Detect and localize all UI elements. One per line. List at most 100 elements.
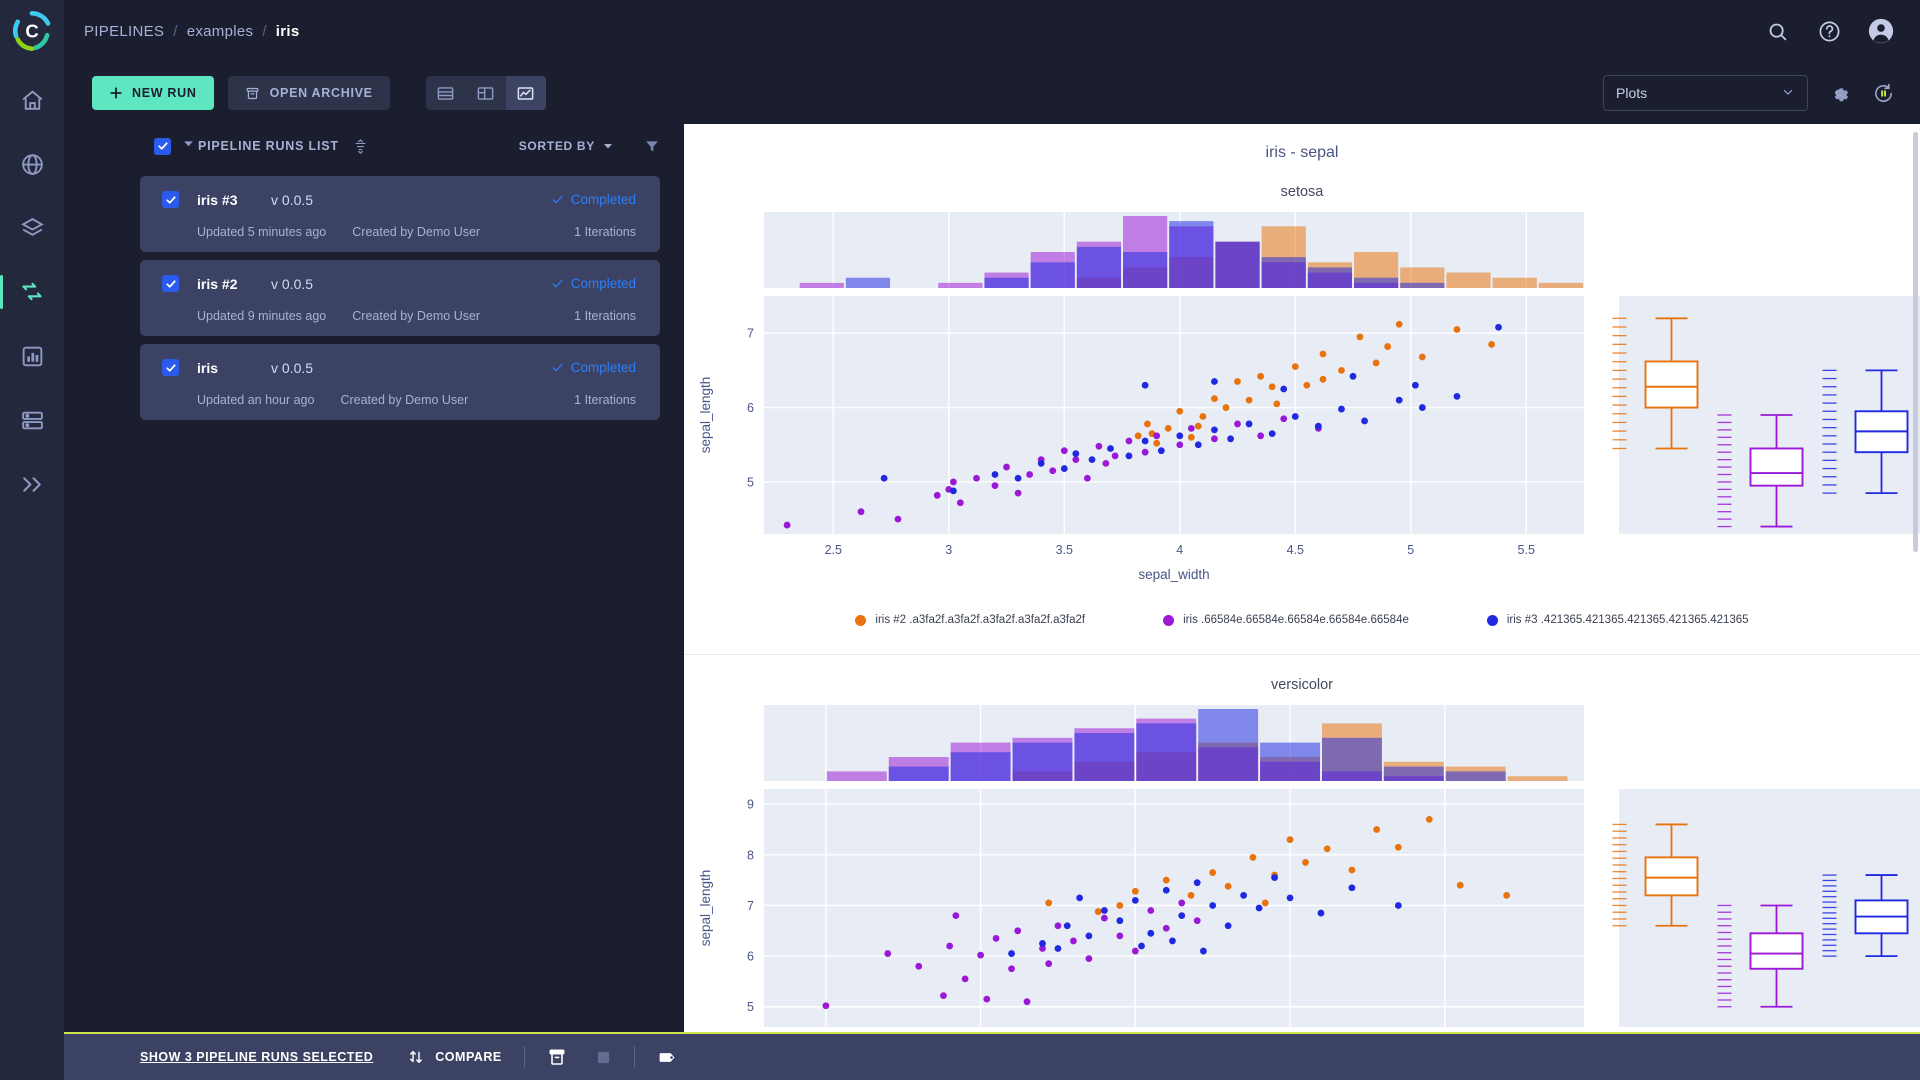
run-iterations: 1 Iterations [574, 393, 636, 407]
auto-refresh-pause-icon[interactable] [1870, 80, 1896, 106]
main-area: NEW RUN OPEN ARCHIVE Plots PIPELINE RUNS… [64, 62, 1920, 1080]
filter-icon[interactable] [644, 138, 660, 154]
show-selected-link[interactable]: SHOW 3 PIPELINE RUNS SELECTED [140, 1050, 373, 1064]
run-name: iris #2 [197, 275, 238, 292]
run-card[interactable]: iris #2 v 0.0.5 Completed Updated 9 minutes… [140, 260, 660, 336]
app-logo[interactable]: C [0, 0, 64, 62]
breadcrumb: PIPELINES / examples / iris [84, 23, 300, 40]
layers-icon [20, 217, 44, 236]
scatter-plot-svg[interactable]: 22.533.5456789sepal_widthsepal_length [684, 697, 1920, 1032]
breadcrumb-separator-2: / [262, 22, 267, 40]
run-updated: Updated an hour ago [197, 393, 315, 407]
archive-icon [246, 87, 259, 99]
compare-label: COMPARE [435, 1050, 502, 1064]
legend-color-dot [1486, 614, 1498, 626]
svg-text:5: 5 [747, 1000, 754, 1014]
svg-text:6: 6 [747, 950, 754, 964]
open-archive-label: OPEN ARCHIVE [269, 86, 373, 100]
run-created-by: Created by Demo User [340, 393, 469, 407]
check-icon [552, 363, 563, 372]
breadcrumb-pipelines[interactable]: PIPELINES [84, 23, 164, 40]
svg-text:8: 8 [747, 848, 754, 862]
sidebar-item-reports[interactable] [9, 336, 55, 376]
select-all-checkbox[interactable] [154, 137, 171, 155]
app-body: NEW RUN OPEN ARCHIVE Plots PIPELINE RUNS… [0, 62, 1920, 1080]
legend-label: iris #3 .421365.421365.421365.421365.421… [1506, 614, 1749, 626]
run-version: v 0.0.5 [271, 275, 314, 292]
plot-view-button[interactable] [505, 76, 546, 110]
run-created-by: Created by Demo User [352, 309, 481, 323]
plot-legend: iris #2 .a3fa2f.a3fa2f.a3fa2f.a3fa2f.a3f… [684, 604, 1920, 640]
archive-selected-icon[interactable] [547, 1047, 567, 1067]
sorted-by-label: SORTED BY [518, 139, 595, 153]
sidebar-item-pipelines[interactable] [0, 272, 55, 312]
plots-select[interactable]: Plots [1603, 75, 1808, 111]
run-iterations: 1 Iterations [574, 309, 636, 323]
run-updated: Updated 9 minutes ago [197, 309, 327, 323]
run-card-row-meta: Updated an hour ago Created by Demo User 1… [162, 393, 636, 407]
sidebar-item-datasets[interactable] [9, 208, 55, 248]
search-icon[interactable] [1764, 18, 1790, 44]
stop-icon[interactable] [595, 1049, 612, 1066]
legend-item[interactable]: iris .66584e.66584e.66584e.66584e.66584e [1163, 614, 1409, 626]
clearml-logo-icon: C [12, 11, 51, 51]
plots-main-title: iris - sepal [1265, 144, 1339, 161]
home-icon [22, 89, 42, 110]
run-card[interactable]: iris v 0.0.5 Completed Updated an hour ago C… [140, 344, 660, 420]
sidebar-item-workers[interactable] [9, 400, 55, 440]
run-checkbox[interactable] [162, 275, 179, 292]
selection-action-bar: SHOW 3 PIPELINE RUNS SELECTED COMPARE [64, 1032, 1920, 1080]
select-all-dropdown-icon[interactable] [182, 137, 195, 155]
breadcrumb-examples[interactable]: examples [187, 23, 254, 40]
run-version: v 0.0.5 [271, 359, 314, 376]
svg-text:9: 9 [747, 798, 754, 812]
legend-item[interactable]: iris #2 .a3fa2f.a3fa2f.a3fa2f.a3fa2f.a3f… [855, 614, 1085, 626]
plots-scrollbar[interactable] [1913, 132, 1918, 552]
sorted-by-control[interactable]: SORTED BY [519, 139, 614, 153]
pipelines-icon [22, 282, 42, 301]
svg-text:5: 5 [1407, 543, 1414, 557]
compare-button[interactable]: COMPARE [407, 1048, 501, 1066]
runs-list: iris #3 v 0.0.5 Completed Updated 5 minutes… [64, 168, 684, 1032]
plots-scroll-area[interactable]: iris - sepal setosa 2.5 3 3.5 4 4.5 5 5.5 5 6 7 sep… [684, 124, 1920, 1032]
svg-text:5.5: 5.5 [1518, 543, 1535, 557]
status-label: Completed [570, 276, 636, 291]
chevron-down-icon [1781, 85, 1795, 102]
run-card[interactable]: iris #3 v 0.0.5 Completed Updated 5 minutes… [140, 176, 660, 252]
svg-text:sepal_length: sepal_length [698, 377, 713, 454]
svg-text:4: 4 [1176, 543, 1183, 557]
run-card-row-meta: Updated 9 minutes ago Created by Demo Use… [162, 309, 636, 323]
projects-icon [21, 153, 43, 175]
run-name: iris [197, 359, 219, 376]
svg-text:7: 7 [747, 899, 754, 913]
plot-card: setosa 2.5 3 3.5 4 4.5 5 5.5 5 6 7 sepal_width sepal… [684, 162, 1920, 655]
sidebar-item-applications[interactable] [9, 464, 55, 504]
column-settings-icon[interactable] [353, 138, 368, 154]
tag-icon[interactable] [657, 1047, 678, 1068]
plot-subtitle: versicolor [1270, 677, 1334, 693]
scatter-plot-svg[interactable]: 2.5 3 3.5 4 4.5 5 5.5 5 6 7 sepal_width sepal_lengt… [684, 204, 1920, 604]
gear-icon[interactable] [1826, 80, 1852, 106]
runs-list-header: PIPELINE RUNS LIST SORTED BY [64, 124, 684, 168]
run-iterations: 1 Iterations [574, 225, 636, 239]
legend-item[interactable]: iris #3 .421365.421365.421365.421365.421… [1486, 614, 1749, 626]
app-root: C PIPELINES / examples / iris NEW RUN OP… [0, 0, 1920, 1080]
breadcrumb-separator-1: / [173, 22, 178, 40]
table-icon [437, 86, 454, 100]
help-icon[interactable] [1816, 18, 1842, 44]
svg-text:3.5: 3.5 [1056, 543, 1073, 557]
main-toolbar: NEW RUN OPEN ARCHIVE Plots [64, 62, 1920, 124]
status-badge: Completed [551, 360, 636, 375]
sidebar-item-home[interactable] [9, 80, 55, 120]
run-checkbox[interactable] [162, 191, 179, 208]
run-checkbox[interactable] [162, 359, 179, 376]
open-archive-button[interactable]: OPEN ARCHIVE [227, 76, 390, 110]
account-icon[interactable] [1868, 18, 1894, 44]
new-run-button[interactable]: NEW RUN [92, 76, 214, 110]
view-mode-group [425, 76, 546, 110]
table-view-button[interactable] [426, 76, 466, 110]
split-view-button[interactable] [466, 76, 506, 110]
sidebar-item-projects[interactable] [9, 144, 55, 184]
split-icon [477, 86, 494, 100]
divider-2 [633, 1046, 635, 1068]
